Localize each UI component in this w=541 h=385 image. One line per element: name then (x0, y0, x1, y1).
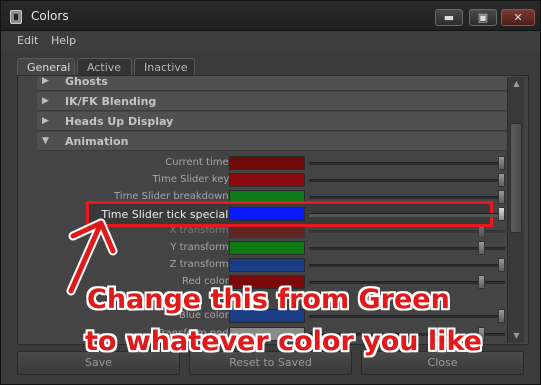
expand-arrow-icon: ▶ (42, 76, 49, 86)
color-swatch[interactable] (229, 156, 305, 170)
expand-arrow-icon: ▶ (42, 116, 49, 126)
menu-edit[interactable]: Edit (17, 34, 38, 47)
color-row-time-slider-key: Time Slider key: (37, 172, 512, 189)
slider-track[interactable] (309, 264, 505, 267)
tab-inactive[interactable]: Inactive (134, 58, 195, 76)
color-swatch[interactable] (229, 241, 305, 255)
slider-handle[interactable] (478, 241, 486, 255)
slider-track[interactable] (309, 247, 505, 250)
color-row-y-transform: Y transform: (37, 240, 512, 257)
annotation-text-line2: to whatever color you like (85, 326, 482, 357)
minimize-button[interactable]: ▬ (435, 9, 463, 26)
section-animation[interactable]: ▼ Animation (37, 132, 512, 151)
slider-handle[interactable] (498, 156, 505, 170)
row-label: Time Slider tick special: (101, 208, 232, 221)
title-bar[interactable]: Colors ▬ ▣ ✕ (1, 1, 540, 31)
slider-track[interactable] (309, 179, 505, 182)
color-swatch[interactable] (229, 207, 305, 221)
row-label: Current time: (165, 157, 232, 168)
menu-bar: Edit Help (1, 31, 540, 51)
section-label: IK/FK Blending (65, 95, 157, 108)
slider-handle[interactable] (498, 309, 505, 323)
row-label: Z transform: (169, 259, 232, 270)
collapse-arrow-icon: ▼ (42, 136, 49, 146)
row-label: Time Slider key: (152, 174, 233, 185)
section-ik-fk-blending[interactable]: ▶ IK/FK Blending (37, 92, 512, 111)
color-swatch[interactable] (229, 258, 305, 272)
scroll-down-icon[interactable]: ▼ (511, 331, 522, 341)
color-row-time-slider-tick-special: Time Slider tick special: (37, 206, 512, 223)
color-swatch[interactable] (229, 173, 305, 187)
section-label: Ghosts (65, 75, 108, 88)
slider-track[interactable] (309, 230, 505, 233)
section-heads-up-display[interactable]: ▶ Heads Up Display (37, 112, 512, 131)
color-row-z-transform: Z transform: (37, 257, 512, 274)
scroll-up-icon[interactable]: ▲ (511, 79, 522, 89)
menu-help[interactable]: Help (51, 34, 76, 47)
slider-handle[interactable] (498, 190, 505, 204)
section-label: Heads Up Display (65, 115, 174, 128)
slider-handle[interactable] (498, 258, 505, 272)
slider-track[interactable] (309, 162, 505, 165)
colors-window: Colors ▬ ▣ ✕ Edit Help General Active In… (0, 0, 541, 385)
tab-general[interactable]: General (17, 58, 75, 76)
expand-arrow-icon: ▶ (42, 96, 49, 106)
slider-track[interactable] (309, 196, 505, 199)
close-window-button[interactable]: ✕ (501, 9, 535, 26)
color-row-current-time: Current time: (37, 155, 512, 172)
slider-handle[interactable] (498, 173, 505, 187)
annotation-text-line1: Change this from Green (87, 284, 450, 315)
slider-track[interactable] (309, 213, 505, 217)
section-label: Animation (65, 135, 129, 148)
maximize-button[interactable]: ▣ (469, 9, 497, 26)
slider-handle[interactable] (478, 275, 486, 289)
tab-active[interactable]: Active (77, 58, 132, 76)
section-ghosts[interactable]: ▶ Ghosts (37, 75, 512, 91)
window-title: Colors (31, 9, 69, 23)
slider-handle[interactable] (498, 207, 505, 221)
row-label: Y transform: (170, 242, 232, 253)
app-icon (10, 10, 22, 24)
